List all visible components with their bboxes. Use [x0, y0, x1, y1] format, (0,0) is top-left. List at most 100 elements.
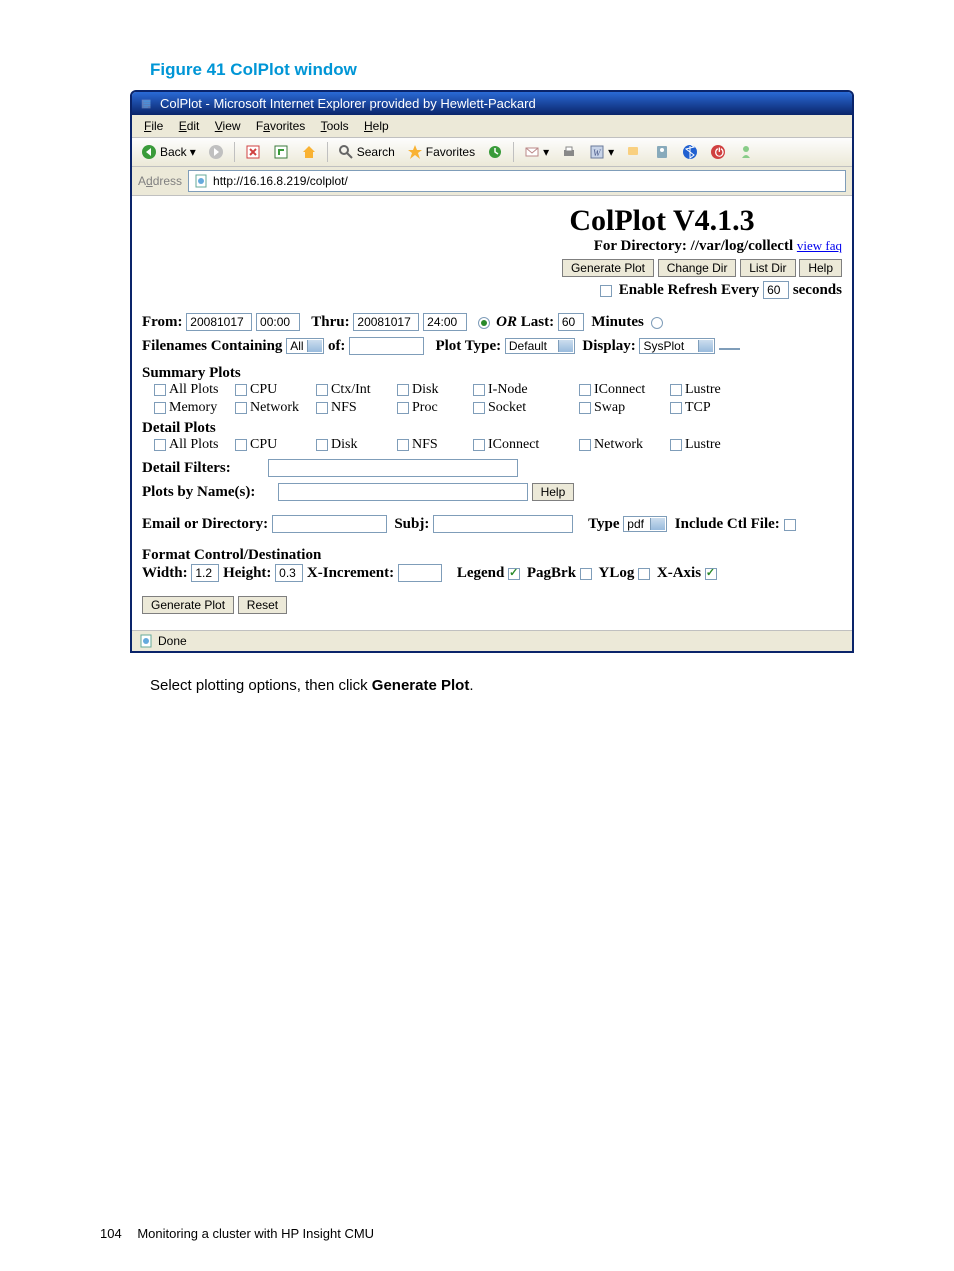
back-icon — [141, 144, 157, 160]
plots-by-name-input[interactable] — [278, 483, 528, 501]
last-minutes-input[interactable] — [558, 313, 584, 331]
menu-view[interactable]: View — [209, 117, 247, 135]
email-input[interactable] — [272, 515, 387, 533]
reset-button[interactable]: Reset — [238, 596, 287, 614]
chk-ctxint[interactable] — [316, 384, 328, 396]
svg-text:⏻: ⏻ — [715, 146, 724, 159]
legend-checkbox[interactable] — [508, 568, 520, 580]
list-dir-button[interactable]: List Dir — [740, 259, 795, 277]
xaxis-checkbox[interactable] — [705, 568, 717, 580]
menu-tools[interactable]: Tools — [315, 117, 355, 135]
home-button[interactable] — [296, 141, 322, 163]
legend-label: Legend — [457, 565, 505, 581]
favorites-button[interactable]: Favorites — [402, 141, 480, 163]
filenames-input[interactable] — [349, 337, 424, 355]
print-button[interactable] — [556, 141, 582, 163]
messenger-icon — [738, 144, 754, 160]
chk-tcp[interactable] — [670, 402, 682, 414]
last-label: Last: — [521, 314, 554, 330]
star-icon — [407, 144, 423, 160]
chk-allplots[interactable] — [154, 384, 166, 396]
chk-d-nfs[interactable] — [397, 439, 409, 451]
edit-button[interactable]: W▾ — [584, 141, 619, 163]
chk-disk[interactable] — [397, 384, 409, 396]
from-time-input[interactable] — [256, 313, 300, 331]
minutes-radio[interactable] — [651, 317, 663, 329]
chk-inode[interactable] — [473, 384, 485, 396]
chk-lustre[interactable] — [670, 384, 682, 396]
toolbar: Back ▾ Search Favorites ▾ W▾ ⏻ — [132, 138, 852, 167]
chk-d-network[interactable] — [579, 439, 591, 451]
display-select[interactable]: SysPlot — [639, 338, 715, 354]
back-label: Back — [160, 145, 187, 159]
chk-d-iconnect[interactable] — [473, 439, 485, 451]
plots-help-button[interactable]: Help — [532, 483, 575, 501]
thru-date-input[interactable] — [353, 313, 419, 331]
detail-filters-input[interactable] — [268, 459, 518, 477]
pagbrk-checkbox[interactable] — [580, 568, 592, 580]
info-button[interactable]: ⏻ — [705, 141, 731, 163]
width-input[interactable] — [191, 564, 219, 582]
mail-button[interactable]: ▾ — [519, 141, 554, 163]
submit-generate-button[interactable]: Generate Plot — [142, 596, 234, 614]
chk-network[interactable] — [235, 402, 247, 414]
faq-link[interactable]: view faq — [797, 238, 842, 253]
last-radio[interactable] — [478, 317, 490, 329]
generate-plot-button[interactable]: Generate Plot — [562, 259, 654, 277]
change-dir-button[interactable]: Change Dir — [658, 259, 737, 277]
chk-memory[interactable] — [154, 402, 166, 414]
xinc-input[interactable] — [398, 564, 442, 582]
messenger-button[interactable] — [733, 141, 759, 163]
status-bar: Done — [132, 630, 852, 651]
seconds-label: seconds — [793, 282, 842, 298]
discuss-button[interactable] — [621, 141, 647, 163]
menu-help[interactable]: Help — [358, 117, 395, 135]
menu-file[interactable]: File — [138, 117, 169, 135]
favorites-label: Favorites — [426, 145, 475, 159]
address-field[interactable]: http://16.16.8.219/colplot/ — [188, 170, 846, 192]
help-button[interactable]: Help — [799, 259, 842, 277]
include-ctl-checkbox[interactable] — [784, 519, 796, 531]
history-button[interactable] — [482, 141, 508, 163]
refresh-seconds-input[interactable] — [763, 281, 789, 299]
research-icon — [654, 144, 670, 160]
search-button[interactable]: Search — [333, 141, 400, 163]
email-label: Email or Directory: — [142, 516, 268, 532]
chk-cpu[interactable] — [235, 384, 247, 396]
display-extra-select[interactable] — [719, 348, 740, 350]
page-title: ColPlot V4.1.3 — [482, 204, 842, 238]
or-label: OR — [496, 314, 517, 330]
filenames-select[interactable]: All — [286, 338, 324, 354]
plot-type-select[interactable]: Default — [505, 338, 575, 354]
thru-time-input[interactable] — [423, 313, 467, 331]
chk-proc[interactable] — [397, 402, 409, 414]
plots-by-name-label: Plots by Name(s): — [142, 484, 255, 500]
figure-title: Figure 41 ColPlot window — [150, 60, 854, 80]
chk-swap[interactable] — [579, 402, 591, 414]
research-button[interactable] — [649, 141, 675, 163]
page-footer: 104 Monitoring a cluster with HP Insight… — [100, 1226, 374, 1241]
chk-d-allplots[interactable] — [154, 439, 166, 451]
chk-d-lustre[interactable] — [670, 439, 682, 451]
menu-favorites[interactable]: Favorites — [250, 117, 311, 135]
menu-edit[interactable]: Edit — [173, 117, 206, 135]
refresh-checkbox[interactable] — [600, 285, 612, 297]
type-select[interactable]: pdf — [623, 516, 667, 532]
height-input[interactable] — [275, 564, 303, 582]
stop-button[interactable] — [240, 141, 266, 163]
chk-d-cpu[interactable] — [235, 439, 247, 451]
chk-d-disk[interactable] — [316, 439, 328, 451]
detail-title: Detail Plots — [142, 420, 842, 437]
chk-socket[interactable] — [473, 402, 485, 414]
chk-iconnect[interactable] — [579, 384, 591, 396]
from-date-input[interactable] — [186, 313, 252, 331]
bluetooth-icon — [682, 144, 698, 160]
ylog-checkbox[interactable] — [638, 568, 650, 580]
refresh-button[interactable] — [268, 141, 294, 163]
display-label: Display: — [582, 338, 635, 354]
forward-button[interactable] — [203, 141, 229, 163]
chk-nfs[interactable] — [316, 402, 328, 414]
back-button[interactable]: Back ▾ — [136, 141, 201, 163]
subj-input[interactable] — [433, 515, 573, 533]
bt-button[interactable] — [677, 141, 703, 163]
